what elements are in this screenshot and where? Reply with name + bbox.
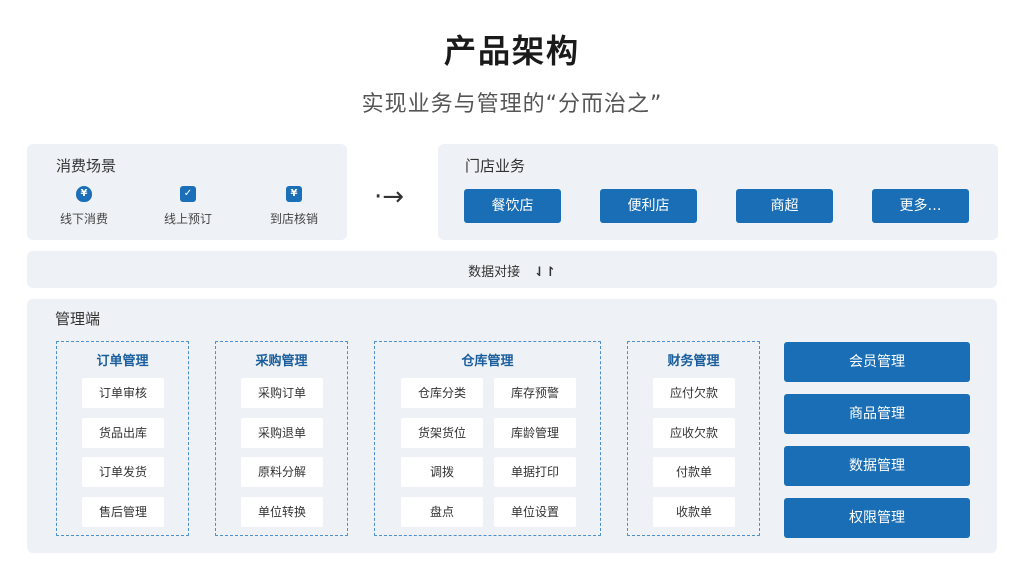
cell-item[interactable]: 收款单 (653, 497, 735, 527)
cell-item[interactable]: 货品出库 (82, 418, 164, 448)
cell-item[interactable]: 货架货位 (401, 418, 483, 448)
arrow-right-icon: ·→ (374, 182, 405, 212)
data-management-button[interactable]: 数据管理 (784, 446, 970, 486)
cell-item[interactable]: 库龄管理 (494, 418, 576, 448)
scene-item-online: ✓ 线上预订 (143, 186, 233, 227)
group-warehouse-management: 仓库管理 仓库分类 库存预警 货架货位 库龄管理 调拨 单据打印 盘点 单位设置 (374, 341, 601, 536)
permission-management-button[interactable]: 权限管理 (784, 498, 970, 538)
cell-item[interactable]: 调拨 (401, 457, 483, 487)
store-button-restaurant[interactable]: 餐饮店 (464, 189, 561, 223)
group-finance-management: 财务管理 应付欠款 应收欠款 付款单 收款单 (627, 341, 760, 536)
ticket-yen-icon: ¥ (286, 186, 302, 202)
page-title: 产品架构 (443, 32, 580, 70)
consumer-scene-title: 消费场景 (56, 157, 117, 175)
store-business-title: 门店业务 (465, 157, 526, 175)
group-title: 财务管理 (667, 354, 720, 369)
money-bag-icon: ¥ (76, 186, 92, 202)
cell-item[interactable]: 售后管理 (82, 497, 164, 527)
group-title: 订单管理 (96, 354, 149, 369)
member-management-button[interactable]: 会员管理 (784, 342, 970, 382)
cell-item[interactable]: 应付欠款 (653, 378, 735, 408)
product-management-button[interactable]: 商品管理 (784, 394, 970, 434)
group-purchase-management: 采购管理 采购订单 采购退单 原料分解 单位转换 (215, 341, 348, 536)
cell-item[interactable]: 原料分解 (241, 457, 323, 487)
cell-item[interactable]: 盘点 (401, 497, 483, 527)
store-button-more[interactable]: 更多… (872, 189, 969, 223)
scene-item-label: 线下消费 (59, 212, 108, 226)
data-link-label: 数据对接 (468, 265, 521, 280)
swap-vertical-icon: ⇃↾ (534, 265, 556, 280)
cell-item[interactable]: 单位设置 (494, 497, 576, 527)
scene-item-offline: ¥ 线下消费 (39, 186, 129, 227)
cell-item[interactable]: 采购退单 (241, 418, 323, 448)
cell-item[interactable]: 单位转换 (241, 497, 323, 527)
management-title: 管理端 (55, 310, 101, 328)
cell-item[interactable]: 库存预警 (494, 378, 576, 408)
data-link-bar: 数据对接 ⇃↾ (27, 251, 997, 288)
cell-item[interactable]: 订单审核 (82, 378, 164, 408)
scene-item-label: 线上预订 (163, 212, 212, 226)
calendar-check-icon: ✓ (180, 186, 196, 202)
cell-item[interactable]: 付款单 (653, 457, 735, 487)
page-subtitle: 实现业务与管理的“分而治之” (361, 92, 663, 117)
group-order-management: 订单管理 订单审核 货品出库 订单发货 售后管理 (56, 341, 189, 536)
cell-item[interactable]: 订单发货 (82, 457, 164, 487)
group-title: 仓库管理 (461, 354, 514, 369)
cell-item[interactable]: 单据打印 (494, 457, 576, 487)
store-business-panel: 门店业务 餐饮店 便利店 商超 更多… (438, 144, 998, 240)
store-button-supermarket[interactable]: 商超 (736, 189, 833, 223)
group-title: 采购管理 (255, 354, 308, 369)
cell-item[interactable]: 采购订单 (241, 378, 323, 408)
cell-item[interactable]: 仓库分类 (401, 378, 483, 408)
cell-item[interactable]: 应收欠款 (653, 418, 735, 448)
scene-item-label: 到店核销 (269, 212, 318, 226)
store-button-convenience[interactable]: 便利店 (600, 189, 697, 223)
consumer-scene-panel: 消费场景 ¥ 线下消费 ✓ 线上预订 ¥ 到店核销 (27, 144, 347, 240)
scene-item-verify: ¥ 到店核销 (249, 186, 339, 227)
management-panel: 管理端 订单管理 订单审核 货品出库 订单发货 售后管理 采购管理 采购订单 采… (27, 299, 997, 553)
